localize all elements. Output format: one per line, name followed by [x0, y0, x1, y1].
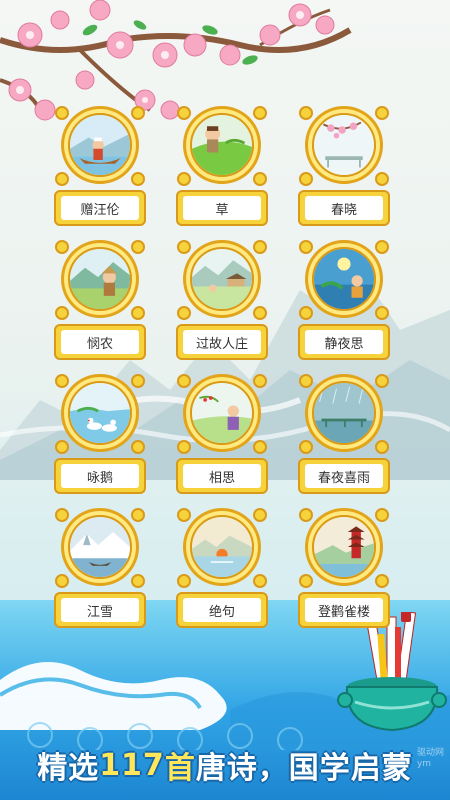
poem-frame [55, 504, 145, 596]
banner-number: 117 [99, 747, 165, 783]
poem-card[interactable]: 登鹳雀楼 [296, 504, 392, 634]
poem-title-plate: 赠汪伦 [54, 190, 146, 226]
poem-title-plate: 咏鹅 [54, 458, 146, 494]
poem-card[interactable]: 春晓 [296, 102, 392, 232]
watermark-line1: 驱动网 [416, 748, 444, 758]
boy-grass-icon [190, 113, 254, 177]
poem-title: 春晓 [305, 196, 383, 220]
poem-frame [55, 236, 145, 328]
poem-title: 过故人庄 [183, 330, 261, 354]
red-bean-icon [190, 381, 254, 445]
banner-text-part3: 唐诗，国学启蒙 [195, 751, 413, 786]
poem-title-plate: 相思 [176, 458, 268, 494]
poem-frame [177, 102, 267, 194]
poem-card[interactable]: 绝句 [174, 504, 270, 634]
moon-poet-icon [312, 247, 376, 311]
poem-title-plate: 草 [176, 190, 268, 226]
sunrise-icon [190, 515, 254, 579]
poem-frame [299, 102, 389, 194]
poem-card[interactable]: 相思 [174, 370, 270, 500]
poem-title-plate: 登鹳雀楼 [298, 592, 390, 628]
peach-blossom-icon [312, 113, 376, 177]
poem-frame [55, 102, 145, 194]
poem-card[interactable]: 江雪 [52, 504, 148, 634]
poem-frame [299, 236, 389, 328]
poem-frame [177, 370, 267, 462]
poem-title: 赠汪伦 [61, 196, 139, 220]
poem-card[interactable]: 赠汪伦 [52, 102, 148, 232]
poem-title-plate: 春夜喜雨 [298, 458, 390, 494]
poem-title: 咏鹅 [61, 464, 139, 488]
poem-card[interactable]: 咏鹅 [52, 370, 148, 500]
poem-title-plate: 江雪 [54, 592, 146, 628]
poem-frame [299, 370, 389, 462]
poem-title-plate: 过故人庄 [176, 324, 268, 360]
poem-card[interactable]: 悯农 [52, 236, 148, 366]
poem-frame [299, 504, 389, 596]
pagoda-icon [312, 515, 376, 579]
banner-text-part2: 首 [164, 751, 196, 786]
poem-card[interactable]: 草 [174, 102, 270, 232]
poem-title: 相思 [183, 464, 261, 488]
banner-text-part1: 精选 [37, 751, 100, 786]
boat-man-icon [68, 113, 132, 177]
poem-title: 春夜喜雨 [305, 464, 383, 488]
poem-title-plate: 春晓 [298, 190, 390, 226]
watermark: 驱动网 ym [417, 748, 444, 770]
poem-title-plate: 绝句 [176, 592, 268, 628]
poem-title-plate: 静夜思 [298, 324, 390, 360]
poem-title: 江雪 [61, 598, 139, 622]
geese-icon [68, 381, 132, 445]
poem-card[interactable]: 静夜思 [296, 236, 392, 366]
poem-card[interactable]: 春夜喜雨 [296, 370, 392, 500]
poem-title: 草 [183, 196, 261, 220]
poem-grid: 赠汪伦 草 春晓 悯农 过故人庄 静夜思 咏鹅 相思 春夜喜雨 江雪 绝句 登鹳… [52, 102, 402, 632]
poem-title: 绝句 [183, 598, 261, 622]
snow-river-icon [68, 515, 132, 579]
watermark-line2: ym [416, 759, 432, 769]
poem-title: 悯农 [61, 330, 139, 354]
poem-frame [177, 504, 267, 596]
poem-title-plate: 悯农 [54, 324, 146, 360]
farmer-icon [68, 247, 132, 311]
poem-card[interactable]: 过故人庄 [174, 236, 270, 366]
poem-title: 登鹳雀楼 [305, 598, 383, 622]
promo-banner: 精选 117 首唐诗，国学启蒙 [0, 740, 450, 790]
village-icon [190, 247, 254, 311]
poem-title: 静夜思 [305, 330, 383, 354]
poem-frame [55, 370, 145, 462]
poem-frame [177, 236, 267, 328]
rain-icon [312, 381, 376, 445]
